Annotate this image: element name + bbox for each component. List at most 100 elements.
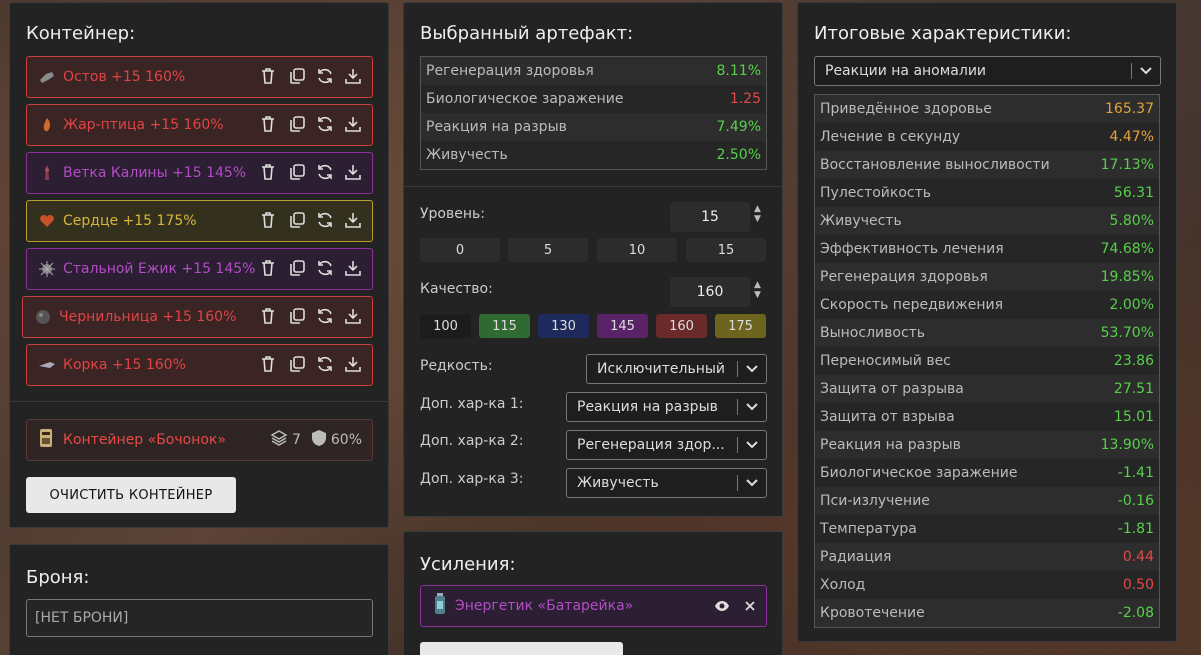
artifact-item[interactable]: Ветка Калины +15 145%	[26, 152, 373, 194]
level-label: Уровень:	[420, 206, 485, 222]
artifact-item[interactable]: Сердце +15 175%	[26, 200, 373, 242]
stat-row: Живучесть 2.50%	[421, 141, 766, 169]
trash-icon[interactable]	[260, 355, 280, 375]
quality-preset-160[interactable]: 160	[656, 314, 707, 338]
extra1-select[interactable]: Реакция на разрыв	[566, 392, 767, 422]
stat-value: 53.70%	[1100, 325, 1154, 341]
quality-preset-115[interactable]: 115	[479, 314, 530, 338]
stat-name: Регенерация здоровья	[820, 269, 988, 285]
download-icon[interactable]	[344, 67, 364, 87]
level-preset-0[interactable]: 0	[420, 238, 500, 262]
stat-name: Холод	[820, 577, 866, 593]
quality-preset-130[interactable]: 130	[538, 314, 589, 338]
copy-icon[interactable]	[288, 67, 308, 87]
container-protection: 60%	[311, 429, 362, 451]
stat-value: 0.44	[1122, 549, 1154, 565]
artifact-item[interactable]: Остов +15 160%	[26, 56, 373, 98]
stat-row: Живучесть 5.80%	[815, 207, 1159, 235]
artifact-title: Выбранный артефакт:	[420, 23, 634, 44]
copy-icon[interactable]	[288, 355, 308, 375]
heart-artifact-icon	[37, 211, 57, 231]
stat-value: 23.86	[1113, 353, 1154, 369]
copy-icon[interactable]	[288, 163, 308, 183]
level-input[interactable]: 15	[670, 202, 750, 232]
refresh-icon[interactable]	[316, 355, 336, 375]
add-boost-button[interactable]	[420, 642, 623, 655]
stat-value: 56.31	[1113, 185, 1154, 201]
artifact-item[interactable]: Жар-птица +15 160%	[26, 104, 373, 146]
stat-name: Реакция на разрыв	[426, 119, 567, 135]
stat-name: Выносливость	[820, 325, 926, 341]
close-icon[interactable]	[744, 600, 756, 612]
refresh-icon[interactable]	[316, 259, 336, 279]
download-icon[interactable]	[344, 259, 364, 279]
stat-name: Эффективность лечения	[820, 241, 1004, 257]
quality-preset-145[interactable]: 145	[597, 314, 648, 338]
stat-name: Реакция на разрыв	[820, 437, 961, 453]
quality-preset-100[interactable]: 100	[420, 314, 471, 338]
artifact-actions	[260, 163, 372, 183]
download-icon[interactable]	[344, 211, 364, 231]
chevron-down-icon	[738, 479, 766, 487]
bone-artifact-icon	[37, 67, 57, 87]
rarity-select[interactable]: Исключительный	[586, 354, 767, 384]
refresh-icon[interactable]	[316, 67, 336, 87]
artifact-item[interactable]: Стальной Ежик +15 145%	[26, 248, 373, 290]
stat-value: 2.00%	[1109, 297, 1154, 313]
level-preset-10[interactable]: 10	[597, 238, 677, 262]
totals-filter-value: Реакции на аномалии	[825, 63, 987, 79]
download-icon[interactable]	[344, 115, 364, 135]
quality-input[interactable]: 160	[670, 277, 750, 307]
clear-container-button[interactable]: ОЧИСТИТЬ КОНТЕЙНЕР	[26, 477, 236, 513]
download-icon[interactable]	[344, 355, 364, 375]
download-icon[interactable]	[344, 307, 364, 327]
copy-icon[interactable]	[288, 259, 308, 279]
stat-row: Приведённое здоровье 165.37	[815, 95, 1159, 123]
artifact-item[interactable]: Чернильница +15 160%	[22, 296, 373, 338]
stat-row: Лечение в секунду 4.47%	[815, 123, 1159, 151]
stat-value: 8.11%	[716, 63, 761, 79]
rarity-select-value: Исключительный	[597, 361, 726, 377]
extra3-select[interactable]: Живучесть	[566, 468, 767, 498]
trash-icon[interactable]	[260, 307, 280, 327]
stat-row: Реакция на разрыв 7.49%	[421, 113, 766, 141]
refresh-icon[interactable]	[316, 115, 336, 135]
extra2-select[interactable]: Регенерация здор...	[566, 430, 767, 460]
trash-icon[interactable]	[260, 67, 280, 87]
quality-label: Качество:	[420, 281, 493, 297]
firebird-artifact-icon	[37, 115, 57, 135]
container-item-label: Контейнер «Бочонок»	[63, 432, 226, 448]
chevron-down-icon	[738, 441, 766, 449]
copy-icon[interactable]	[288, 307, 308, 327]
container-item[interactable]: Контейнер «Бочонок» 7 60%	[26, 419, 373, 461]
artifact-item-label: Стальной Ежик +15 145%	[63, 261, 256, 277]
trash-icon[interactable]	[260, 259, 280, 279]
boost-item[interactable]: Энергетик «Батарейка»	[420, 585, 767, 627]
trash-icon[interactable]	[260, 115, 280, 135]
refresh-icon[interactable]	[316, 307, 336, 327]
trash-icon[interactable]	[260, 211, 280, 231]
artifact-actions	[260, 67, 372, 87]
artifact-item-label: Остов +15 160%	[63, 69, 186, 85]
refresh-icon[interactable]	[316, 211, 336, 231]
trash-icon[interactable]	[260, 163, 280, 183]
eye-icon[interactable]	[714, 600, 730, 612]
stat-value: 19.85%	[1100, 269, 1154, 285]
level-preset-15[interactable]: 15	[686, 238, 766, 262]
stat-name: Живучесть	[820, 213, 902, 229]
refresh-icon[interactable]	[316, 163, 336, 183]
quality-stepper[interactable]: ▲ ▼	[754, 280, 761, 300]
stat-row: Пси-излучение -0.16	[815, 487, 1159, 515]
download-icon[interactable]	[344, 163, 364, 183]
level-preset-5[interactable]: 5	[508, 238, 588, 262]
copy-icon[interactable]	[288, 211, 308, 231]
stat-value: -1.41	[1117, 465, 1154, 481]
copy-icon[interactable]	[288, 115, 308, 135]
armor-field[interactable]: [НЕТ БРОНИ]	[26, 599, 373, 637]
artifact-item[interactable]: Корка +15 160%	[26, 344, 373, 386]
quality-preset-175[interactable]: 175	[715, 314, 766, 338]
level-stepper[interactable]: ▲ ▼	[754, 204, 761, 224]
totals-title: Итоговые характеристики:	[814, 23, 1072, 44]
chevron-down-icon	[738, 403, 766, 411]
totals-filter-select[interactable]: Реакции на аномалии	[814, 56, 1161, 86]
